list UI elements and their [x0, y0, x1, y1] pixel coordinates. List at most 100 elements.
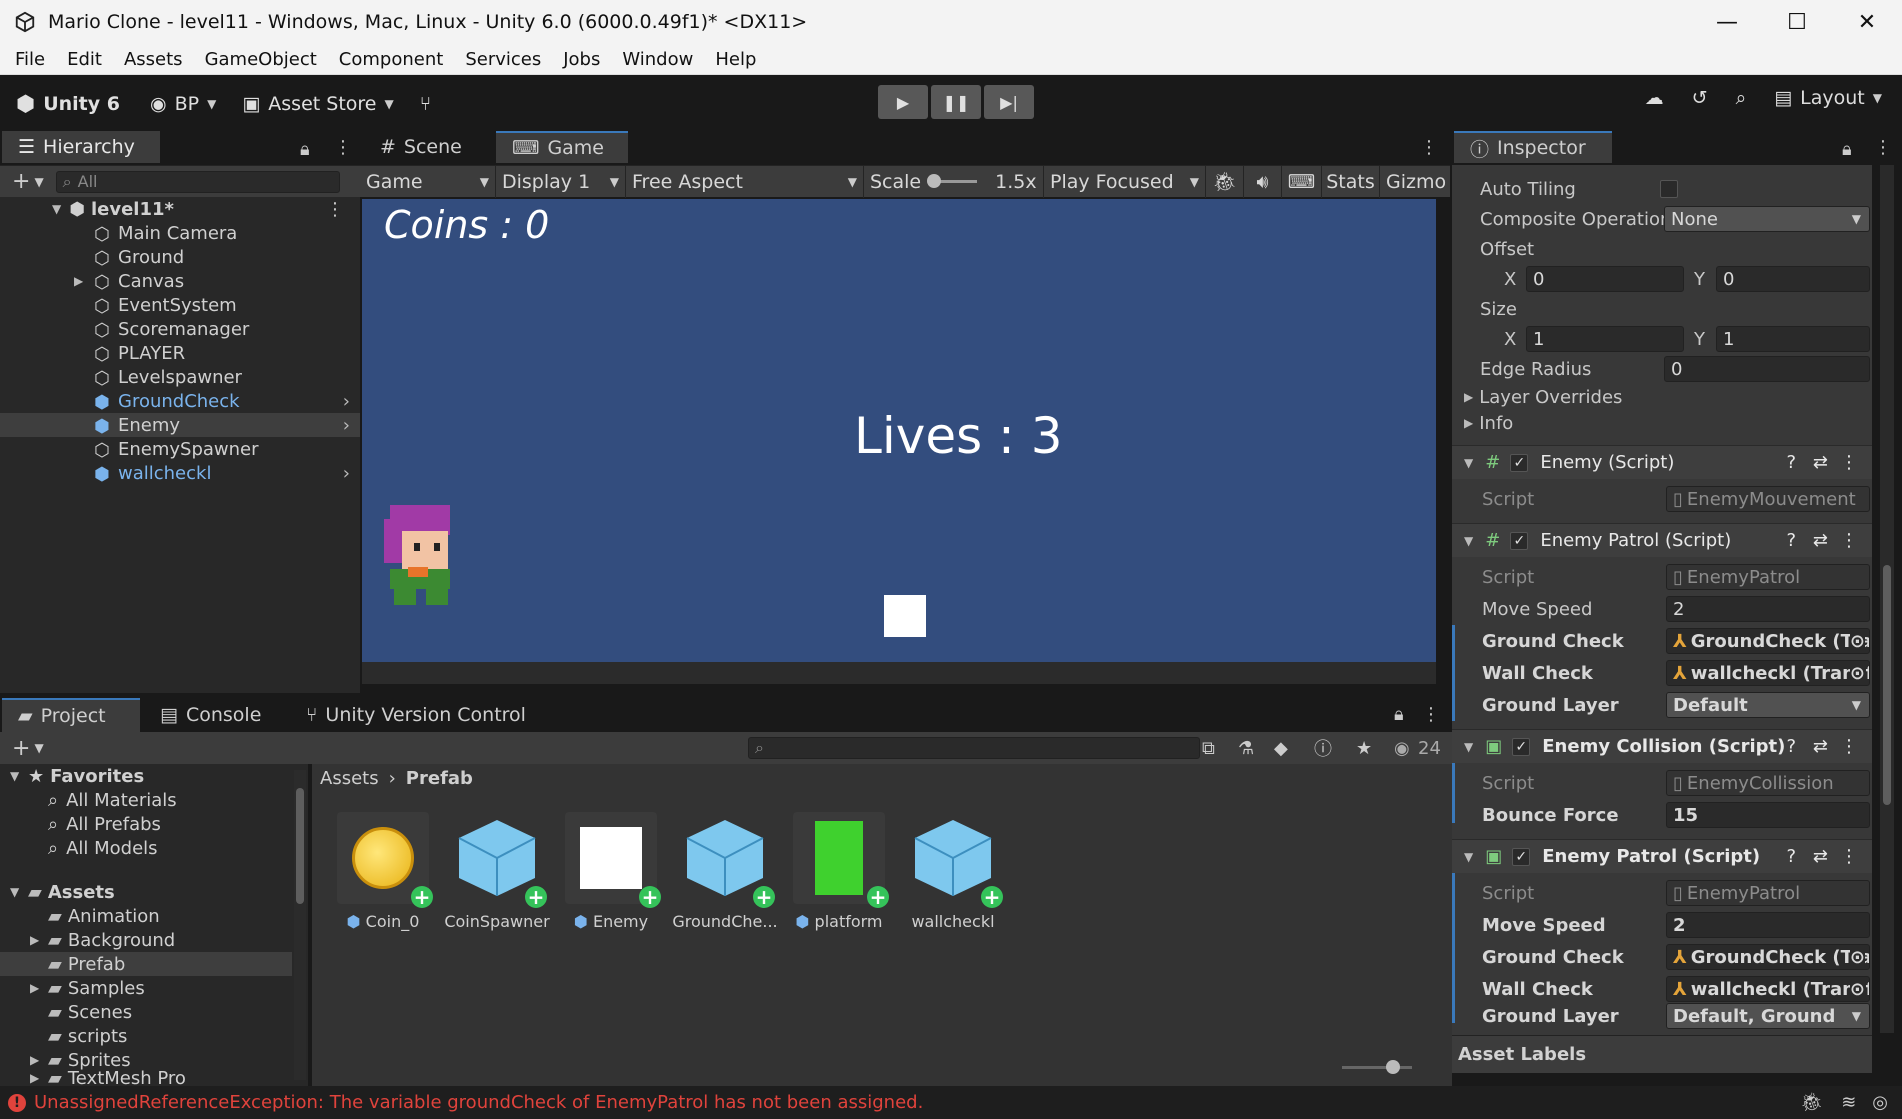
menu-component[interactable]: Component — [328, 49, 455, 70]
visibility-eye-icon[interactable]: ◉ — [1394, 738, 1410, 759]
breadcrumb-assets[interactable]: Assets — [320, 768, 379, 789]
preset-icon[interactable]: ⇄ — [1813, 530, 1828, 551]
preset-icon[interactable]: ⇄ — [1813, 452, 1828, 473]
lock-icon[interactable]: 🔒︎ — [300, 139, 310, 160]
debug-icon[interactable]: 🐞︎ — [1800, 1092, 1823, 1113]
size-y-field[interactable]: 1 — [1716, 326, 1870, 352]
favorite-item-all-materials[interactable]: ⌕ All Materials — [0, 788, 300, 812]
kebab-menu-icon[interactable]: ⋮ — [1840, 846, 1858, 867]
audio-icon[interactable]: 🔊︎ — [1244, 165, 1282, 198]
folder-background[interactable]: ▶ ▰ Background — [0, 928, 300, 952]
asset-enemy[interactable]: + ⬢ Enemy — [556, 812, 666, 931]
display-dropdown[interactable]: Display 1 ▼ — [496, 165, 626, 198]
help-icon[interactable]: ? — [1786, 846, 1796, 867]
chevron-right-icon[interactable]: › — [343, 391, 350, 412]
tab-inspector[interactable]: ⓘ Inspector — [1454, 131, 1612, 163]
chevron-down-icon[interactable]: ▼ — [34, 741, 43, 755]
play-button[interactable]: ▶ — [878, 85, 928, 119]
menu-jobs[interactable]: Jobs — [552, 49, 611, 70]
aspect-dropdown[interactable]: Free Aspect ▼ — [626, 165, 864, 198]
version-control-icon[interactable]: ⑂ — [420, 93, 431, 115]
component-enabled-checkbox[interactable]: ✓ — [1512, 847, 1531, 866]
hierarchy-item-enemyspawner[interactable]: ⬡ EnemySpawner — [0, 437, 360, 462]
pause-button[interactable]: ❚❚ — [931, 85, 981, 119]
hierarchy-search-input[interactable]: ⌕ All — [55, 170, 340, 193]
history-icon[interactable]: ↺ — [1692, 87, 1708, 109]
thumbnail-size-thumb[interactable] — [1386, 1060, 1400, 1074]
unity-version-button[interactable]: ⬢ Unity 6 — [16, 92, 120, 117]
expand-arrow-icon[interactable]: ▼ — [52, 202, 61, 216]
chevron-right-icon[interactable]: › — [343, 415, 350, 436]
scale-slider-track[interactable] — [927, 174, 978, 188]
tab-project[interactable]: ▰ Project — [2, 698, 140, 732]
chevron-down-icon[interactable]: ▼ — [34, 175, 43, 189]
tab-console[interactable]: ▤ Console — [144, 698, 277, 732]
stats-button[interactable]: Stats — [1322, 165, 1380, 198]
object-picker-icon[interactable]: ⊙ — [1849, 946, 1865, 968]
check-circle-icon[interactable]: ◎ — [1872, 1092, 1888, 1113]
cloud-icon[interactable]: ☁ — [1645, 87, 1664, 109]
status-message[interactable]: UnassignedReferenceException: The variab… — [34, 1092, 923, 1113]
preset-icon[interactable]: ⇄ — [1813, 736, 1828, 757]
foldout-arrow-icon[interactable]: ▼ — [1464, 850, 1473, 864]
folder-sprites[interactable]: ▶ ▰ Sprites — [0, 1048, 300, 1072]
lock-icon[interactable]: 🔒︎ — [1842, 139, 1852, 160]
hierarchy-item-ground[interactable]: ⬡ Ground — [0, 245, 360, 270]
tree-scrollbar[interactable] — [294, 770, 306, 1080]
kebab-menu-icon[interactable]: ⋮ — [1420, 137, 1438, 158]
favorites-foldout[interactable]: ▼ ★ Favorites — [0, 764, 300, 788]
move-speed-field[interactable]: 2 — [1666, 596, 1870, 622]
auto-tiling-checkbox[interactable] — [1660, 180, 1678, 198]
account-dropdown[interactable]: ◉ BP ▼ — [150, 93, 216, 115]
lock-icon[interactable]: 🔒︎ — [1394, 704, 1404, 725]
component-header-enemy-collision[interactable]: ▼ ▣ ✓ Enemy Collision (Script) ? ⇄ ⋮ — [1452, 729, 1872, 763]
component-header-enemy-patrol[interactable]: ▼ # ✓ Enemy Patrol (Script) ? ⇄ ⋮ — [1452, 523, 1872, 557]
layout-dropdown[interactable]: ▤ Layout ▼ — [1774, 87, 1882, 109]
menu-services[interactable]: Services — [454, 49, 552, 70]
kebab-menu-icon[interactable]: ⋮ — [1840, 452, 1858, 473]
hierarchy-item-levelspawner[interactable]: ⬡ Levelspawner — [0, 365, 360, 390]
inspector-scrollbar[interactable] — [1880, 165, 1894, 1033]
tab-scene[interactable]: # Scene — [364, 131, 478, 163]
component-header-enemy[interactable]: ▼ # ✓ Enemy (Script) ? ⇄ ⋮ — [1452, 445, 1872, 479]
folder-samples[interactable]: ▶ ▰ Samples — [0, 976, 300, 1000]
favorite-item-all-prefabs[interactable]: ⌕ All Prefabs — [0, 812, 300, 836]
add-icon[interactable]: + — [12, 736, 30, 761]
thumbnail-size-slider[interactable] — [1342, 1060, 1412, 1074]
asset-platform[interactable]: + ⬢ platform — [784, 812, 894, 931]
help-icon[interactable]: ? — [1786, 452, 1796, 473]
maximize-button[interactable]: ☐ — [1762, 0, 1832, 44]
keyboard-icon[interactable]: ⌨ — [1282, 165, 1322, 198]
hierarchy-item-enemy[interactable]: ⬢ Enemy › — [0, 413, 360, 437]
assets-root-foldout[interactable]: ▼ ▰ Assets — [0, 880, 300, 904]
object-picker-icon[interactable]: ⊙ — [1849, 978, 1865, 1000]
preset-icon[interactable]: ⇄ — [1813, 846, 1828, 867]
asset-labels-bar[interactable]: Asset Labels — [1452, 1035, 1872, 1073]
menu-assets[interactable]: Assets — [113, 49, 194, 70]
foldout-arrow-icon[interactable]: ▼ — [1464, 740, 1473, 754]
scale-slider[interactable]: Scale 1.5x — [864, 165, 1044, 198]
asset-coinspawner[interactable]: + CoinSpawner — [442, 812, 552, 931]
ground-layer-dropdown[interactable]: Default ▼ — [1666, 692, 1870, 718]
size-x-field[interactable]: 1 — [1526, 326, 1684, 352]
add-icon[interactable]: + — [12, 169, 30, 194]
gizmos-button[interactable]: Gizmo — [1380, 166, 1446, 198]
expand-arrow-icon[interactable]: ▶ — [74, 274, 94, 288]
info-foldout[interactable]: ▶ Info — [1452, 407, 1872, 439]
search-icon[interactable]: ⌕ — [1736, 87, 1747, 109]
composite-dropdown[interactable]: None ▼ — [1664, 206, 1870, 232]
component-enabled-checkbox[interactable]: ✓ — [1510, 453, 1529, 472]
favorite-star-icon[interactable]: ★ — [1356, 738, 1372, 759]
folder-scenes[interactable]: ▰ Scenes — [0, 1000, 300, 1024]
folder-textmesh-pro[interactable]: ▶ ▰ TextMesh Pro — [0, 1070, 300, 1086]
asset-groundcheck[interactable]: + GroundChe... — [670, 812, 780, 931]
menu-edit[interactable]: Edit — [56, 49, 113, 70]
ground-check-field[interactable]: ⅄ GroundCheck (Tra ⊙ — [1666, 628, 1870, 654]
menu-help[interactable]: Help — [704, 49, 767, 70]
cache-server-icon[interactable]: ≋ — [1841, 1092, 1856, 1113]
scene-row[interactable]: ▼ ⬢ level11* ⋮ — [0, 197, 360, 221]
step-button[interactable]: ▶| — [984, 85, 1034, 119]
hierarchy-item-main-camera[interactable]: ⬡ Main Camera — [0, 221, 360, 246]
hierarchy-item-wallcheckl[interactable]: ⬢ wallcheckl › — [0, 461, 360, 486]
kebab-menu-icon[interactable]: ⋮ — [1422, 704, 1440, 725]
